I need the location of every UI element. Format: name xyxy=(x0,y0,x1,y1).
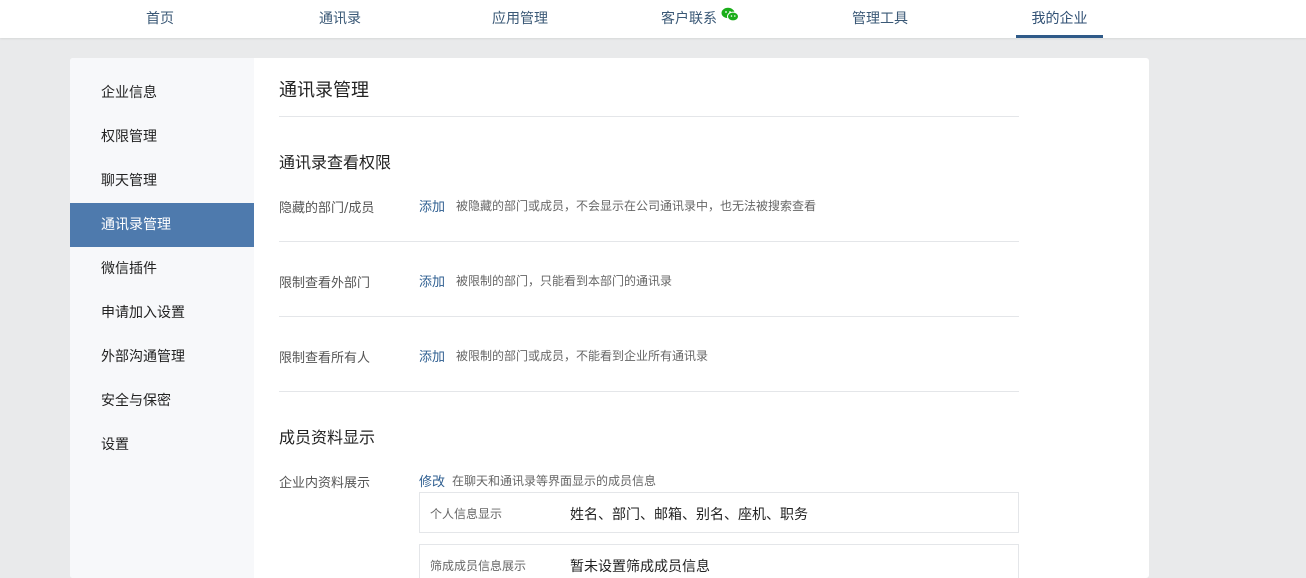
row-label-restrict-all: 限制查看所有人 xyxy=(279,351,371,366)
sidebar-item-external-communication[interactable]: 外部沟通管理 xyxy=(70,335,254,379)
nav-customer-contact-label: 客户联系 xyxy=(661,11,717,27)
sidebar-item-permissions[interactable]: 权限管理 xyxy=(70,115,254,159)
page-title: 通讯录管理 xyxy=(279,80,369,101)
sidebar: 企业信息 权限管理 聊天管理 通讯录管理 微信插件 申请加入设置 外部沟通管理 … xyxy=(70,58,254,578)
row-desc-restrict-external-dept: 被限制的部门，只能看到本部门的通讯录 xyxy=(456,274,673,288)
row-desc-profile-display: 在聊天和通讯录等界面显示的成员信息 xyxy=(452,474,657,488)
filtered-info-label: 筛成成员信息展示 xyxy=(430,559,527,573)
add-restrict-all-link[interactable]: 添加 xyxy=(419,346,445,365)
filtered-info-value: 暂未设置筛成成员信息 xyxy=(570,559,710,575)
nav-app-management[interactable]: 应用管理 xyxy=(470,0,570,38)
personal-info-value: 姓名、部门、邮箱、别名、座机、职务 xyxy=(570,507,808,523)
nav-contacts[interactable]: 通讯录 xyxy=(300,0,380,38)
personal-info-box: 个人信息显示 姓名、部门、邮箱、别名、座机、职务 xyxy=(419,492,1019,533)
row-desc-hidden-members: 被隐藏的部门或成员，不会显示在公司通讯录中，也无法被搜索查看 xyxy=(456,199,817,213)
edit-profile-display-link[interactable]: 修改 xyxy=(419,471,445,490)
row-label-restrict-external-dept: 限制查看外部门 xyxy=(279,276,371,291)
divider xyxy=(279,391,1019,392)
top-nav: 首页 通讯录 应用管理 客户联系 管理工具 我的企业 xyxy=(0,0,1306,38)
section-title-profile: 成员资料显示 xyxy=(279,428,376,447)
nav-customer-contact[interactable]: 客户联系 xyxy=(645,0,755,38)
wechat-icon xyxy=(721,0,739,37)
row-label-hidden-members: 隐藏的部门/成员 xyxy=(279,201,375,216)
row-desc-restrict-all: 被限制的部门或成员，不能看到企业所有通讯录 xyxy=(456,349,709,363)
divider xyxy=(279,241,1019,242)
sidebar-item-security[interactable]: 安全与保密 xyxy=(70,379,254,423)
divider xyxy=(279,116,1019,117)
nav-home[interactable]: 首页 xyxy=(120,0,200,38)
main-panel: 企业信息 权限管理 聊天管理 通讯录管理 微信插件 申请加入设置 外部沟通管理 … xyxy=(70,58,1149,578)
personal-info-label: 个人信息显示 xyxy=(430,507,503,521)
sidebar-item-settings[interactable]: 设置 xyxy=(70,423,254,467)
sidebar-item-contacts-management[interactable]: 通讯录管理 xyxy=(70,203,254,247)
sidebar-item-chat-management[interactable]: 聊天管理 xyxy=(70,159,254,203)
filtered-info-box: 筛成成员信息展示 暂未设置筛成成员信息 xyxy=(419,544,1019,578)
sidebar-item-join-settings[interactable]: 申请加入设置 xyxy=(70,291,254,335)
nav-my-enterprise[interactable]: 我的企业 xyxy=(1016,0,1103,38)
content-area: 通讯录管理 通讯录查看权限 隐藏的部门/成员 添加 被隐藏的部门或成员，不会显示… xyxy=(279,58,1019,578)
divider xyxy=(279,316,1019,317)
nav-management-tools[interactable]: 管理工具 xyxy=(830,0,930,38)
row-label-profile-display: 企业内资料展示 xyxy=(279,476,371,491)
sidebar-item-wechat-plugin[interactable]: 微信插件 xyxy=(70,247,254,291)
sidebar-item-enterprise-info[interactable]: 企业信息 xyxy=(70,71,254,115)
add-restrict-external-dept-link[interactable]: 添加 xyxy=(419,271,445,290)
add-hidden-members-link[interactable]: 添加 xyxy=(419,196,445,215)
section-title-permissions: 通讯录查看权限 xyxy=(279,153,392,172)
